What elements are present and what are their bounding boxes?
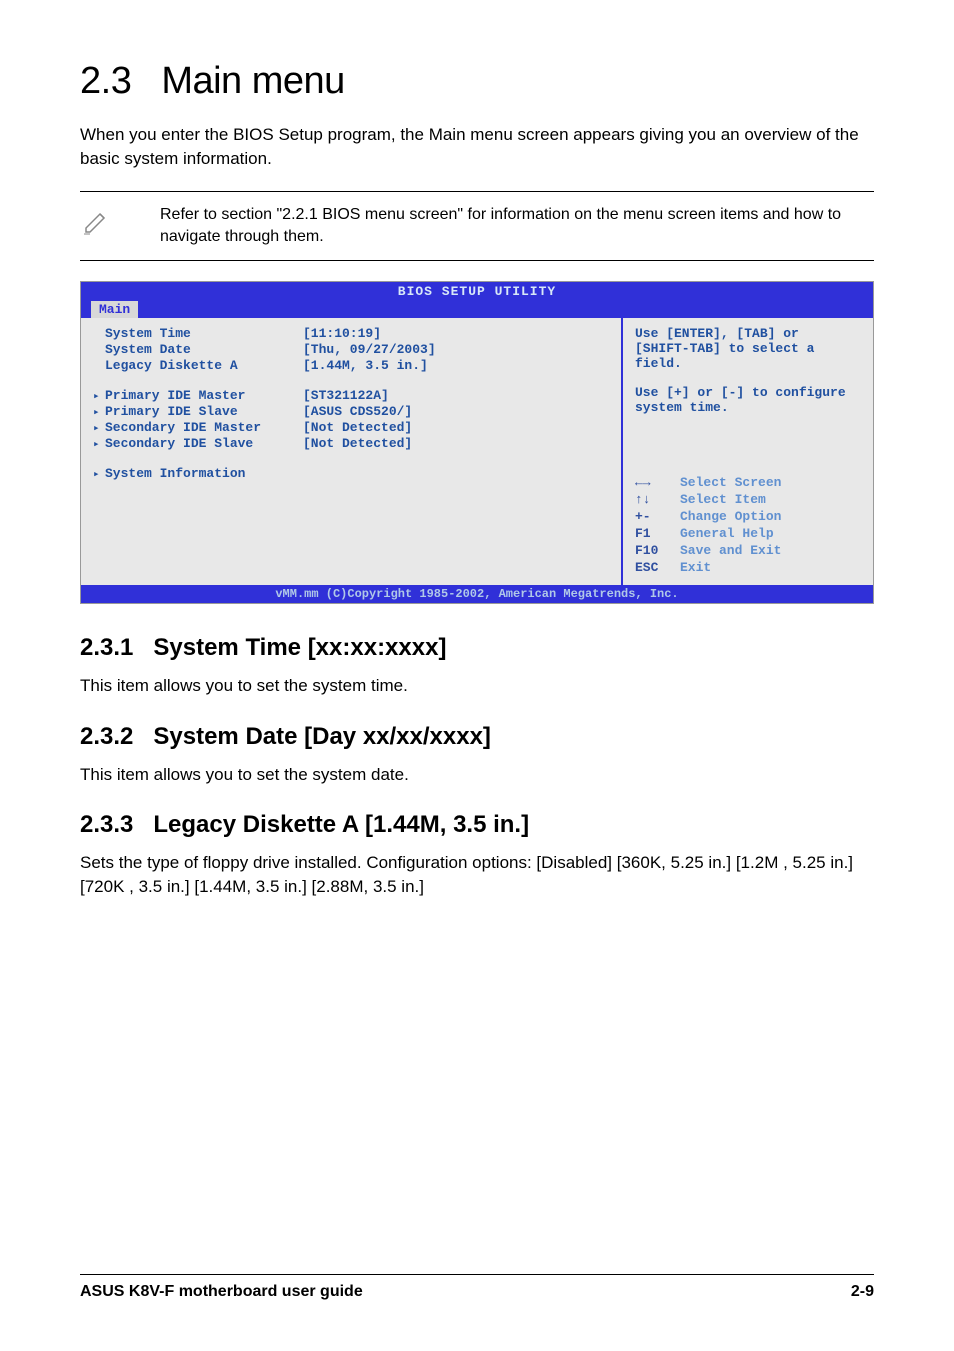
bios-row: Primary IDE Master [ST321122A] (93, 388, 609, 403)
bios-key: +- (635, 509, 680, 526)
bios-copyright: vMM.mm (C)Copyright 1985-2002, American … (81, 585, 873, 603)
bios-value: [ASUS CDS520/] (303, 404, 609, 419)
heading-title: Main menu (161, 60, 344, 102)
bios-key-legend: ←→Select Screen ↑↓Select Item +-Change O… (635, 475, 861, 576)
bios-key: ↑↓ (635, 492, 680, 509)
bios-row: System Time [11:10:19] (93, 326, 609, 341)
bios-key-action: Change Option (680, 509, 781, 526)
bios-key-action: Exit (680, 560, 711, 577)
bios-key-action: Select Screen (680, 475, 781, 492)
subsection-text: Sets the type of floppy drive installed.… (80, 851, 874, 899)
subsection-title: System Time [xx:xx:xxxx] (153, 634, 446, 661)
bios-help-text: Use [ENTER], [TAB] or [SHIFT-TAB] to sel… (635, 326, 861, 371)
subsection-number: 2.3.2 (80, 723, 133, 750)
subsection-number: 2.3.1 (80, 634, 133, 661)
footer-page-number: 2-9 (851, 1283, 874, 1301)
bios-key: ESC (635, 560, 680, 577)
bios-label: Secondary IDE Master (93, 420, 303, 435)
bios-row: Primary IDE Slave [ASUS CDS520/] (93, 404, 609, 419)
bios-left-panel: System Time [11:10:19] System Date [Thu,… (81, 318, 623, 584)
bios-screenshot: BIOS SETUP UTILITY Main System Time [11:… (80, 281, 874, 603)
bios-label: Primary IDE Slave (93, 404, 303, 419)
page-footer: ASUS K8V-F motherboard user guide 2-9 (80, 1274, 874, 1301)
bios-row: Legacy Diskette A [1.44M, 3.5 in.] (93, 358, 609, 373)
bios-tab-row: Main (81, 301, 873, 318)
bios-row: System Date [Thu, 09/27/2003] (93, 342, 609, 357)
note-text: Refer to section "2.2.1 BIOS menu screen… (130, 204, 874, 249)
section-heading: 2.3 Main menu (80, 60, 874, 103)
bios-key-action: General Help (680, 526, 774, 543)
bios-label: System Date (93, 342, 303, 357)
bios-key-action: Save and Exit (680, 543, 781, 560)
subsection-heading: 2.3.1 System Time [xx:xx:xxxx] (80, 634, 874, 662)
heading-number: 2.3 (80, 60, 131, 102)
bios-key: ←→ (635, 475, 680, 492)
subsection-title: System Date [Day xx/xx/xxxx] (153, 723, 491, 750)
subsection-text: This item allows you to set the system d… (80, 763, 874, 787)
bios-value: [11:10:19] (303, 326, 609, 341)
bios-help-text: Use [+] or [-] to configure system time. (635, 385, 861, 415)
subsection-text: This item allows you to set the system t… (80, 674, 874, 698)
bios-key: F1 (635, 526, 680, 543)
subsection-heading: 2.3.2 System Date [Day xx/xx/xxxx] (80, 723, 874, 751)
bios-label: Legacy Diskette A (93, 358, 303, 373)
subsection-heading: 2.3.3 Legacy Diskette A [1.44M, 3.5 in.] (80, 811, 874, 839)
bios-value: [Not Detected] (303, 436, 609, 451)
bios-label: System Information (93, 466, 303, 481)
note-block: Refer to section "2.2.1 BIOS menu screen… (80, 191, 874, 262)
bios-key: F10 (635, 543, 680, 560)
subsection-number: 2.3.3 (80, 811, 133, 838)
pencil-icon (80, 204, 130, 243)
bios-label: Secondary IDE Slave (93, 436, 303, 451)
bios-value: [1.44M, 3.5 in.] (303, 358, 609, 373)
bios-row: Secondary IDE Master [Not Detected] (93, 420, 609, 435)
bios-value: [ST321122A] (303, 388, 609, 403)
bios-right-panel: Use [ENTER], [TAB] or [SHIFT-TAB] to sel… (623, 318, 873, 584)
footer-guide-name: ASUS K8V-F motherboard user guide (80, 1283, 363, 1301)
bios-label: Primary IDE Master (93, 388, 303, 403)
bios-value: [Not Detected] (303, 420, 609, 435)
bios-value: [Thu, 09/27/2003] (303, 342, 609, 357)
bios-row: Secondary IDE Slave [Not Detected] (93, 436, 609, 451)
intro-paragraph: When you enter the BIOS Setup program, t… (80, 123, 874, 171)
bios-row: System Information (93, 466, 609, 481)
subsection-title: Legacy Diskette A [1.44M, 3.5 in.] (153, 811, 529, 838)
bios-tab-main: Main (91, 301, 138, 318)
bios-content: System Time [11:10:19] System Date [Thu,… (81, 318, 873, 584)
bios-label: System Time (93, 326, 303, 341)
bios-key-action: Select Item (680, 492, 766, 509)
bios-title: BIOS SETUP UTILITY (81, 282, 873, 301)
